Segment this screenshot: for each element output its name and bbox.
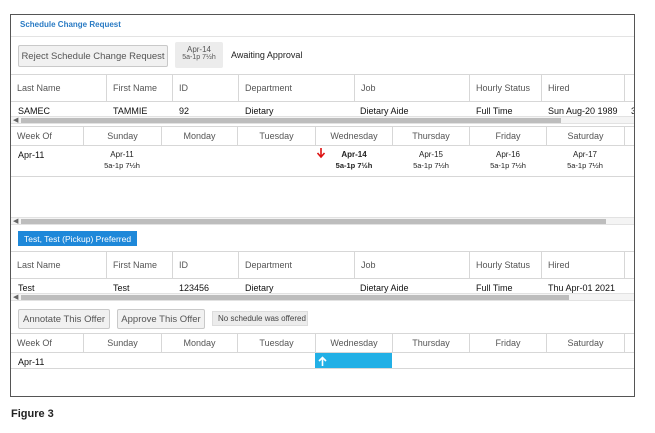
- no-schedule-notice: No schedule was offered: [212, 311, 308, 326]
- col-friday[interactable]: Friday: [469, 127, 546, 145]
- offer-row-divider: [11, 368, 634, 369]
- preferred-offer-tag[interactable]: Test, Test (Pickup) Preferred: [18, 231, 138, 246]
- cell-first-name: Test: [113, 283, 130, 293]
- col-wednesday[interactable]: Wednesday: [315, 334, 392, 352]
- employee-table-header: Last Name First Name ID Department Job H…: [11, 74, 634, 102]
- request-status: Awaiting Approval: [231, 50, 303, 60]
- cell-department: Dietary: [245, 106, 274, 116]
- shift-time: 5a-1p 7½h: [104, 161, 140, 170]
- cell-last-name: Test: [18, 283, 35, 293]
- col-first-name[interactable]: First Name: [106, 75, 172, 101]
- panel-title: Schedule Change Request: [20, 20, 121, 29]
- cell-id: 92: [179, 106, 190, 116]
- shift-time: 5a-1p 7½h: [413, 161, 449, 170]
- col-wednesday[interactable]: Wednesday: [315, 127, 392, 145]
- friday-shift[interactable]: Apr-16 5a-1p 7½h: [478, 150, 538, 170]
- col-hourly-status[interactable]: Hourly Status: [469, 252, 541, 278]
- cell-last-name: SAMEC: [18, 106, 51, 116]
- annotate-offer-button[interactable]: Annotate This Offer: [18, 309, 110, 329]
- shift-date: Apr-14: [341, 150, 367, 159]
- shift-time: 5a-1p 7½h: [335, 161, 373, 170]
- scroll-left-icon[interactable]: ◀: [13, 293, 18, 301]
- offer-horizontal-scrollbar[interactable]: ◀: [11, 293, 634, 301]
- reject-request-button[interactable]: Reject Schedule Change Request: [18, 45, 168, 67]
- offer-table-header: Last Name First Name ID Department Job H…: [11, 251, 634, 279]
- week-table-header: Week Of Sunday Monday Tuesday Wednesday …: [11, 126, 634, 146]
- offer-week-header: Week Of Sunday Monday Tuesday Wednesday …: [11, 333, 634, 353]
- thursday-shift[interactable]: Apr-15 5a-1p 7½h: [401, 150, 461, 170]
- col-last-name[interactable]: Last Name: [11, 75, 106, 101]
- col-tuesday[interactable]: Tuesday: [237, 334, 315, 352]
- col-thursday[interactable]: Thursday: [392, 334, 469, 352]
- col-job[interactable]: Job: [354, 75, 469, 101]
- shift-date: Apr-11: [110, 150, 134, 159]
- schedule-change-panel: Schedule Change Request Reject Schedule …: [10, 14, 635, 397]
- col-week-overflow: [624, 334, 634, 352]
- wednesday-shift[interactable]: Apr-14 5a-1p 7½h: [324, 150, 384, 170]
- week-of-value: Apr-11: [18, 357, 45, 367]
- col-monday[interactable]: Monday: [161, 127, 237, 145]
- cell-overflow: 3: [631, 106, 634, 116]
- scroll-left-icon[interactable]: ◀: [13, 116, 18, 124]
- shift-time: 5a-1p 7½h: [567, 161, 603, 170]
- cell-job: Dietary Aide: [360, 106, 409, 116]
- requested-shift-chip: Apr-14 5a-1p 7½h: [175, 42, 223, 68]
- col-id[interactable]: ID: [172, 75, 238, 101]
- requested-shift-date: Apr-14: [186, 45, 211, 54]
- col-last-name[interactable]: Last Name: [11, 252, 106, 278]
- arrow-up-icon: [318, 355, 327, 366]
- col-week-of[interactable]: Week Of: [11, 127, 83, 145]
- cell-department: Dietary: [245, 283, 274, 293]
- col-tuesday[interactable]: Tuesday: [237, 127, 315, 145]
- panel-header: Schedule Change Request: [11, 15, 634, 37]
- col-thursday[interactable]: Thursday: [392, 127, 469, 145]
- week-horizontal-scrollbar[interactable]: ◀: [11, 217, 634, 225]
- week-of-value: Apr-11: [18, 150, 45, 160]
- cell-hourly-status: Full Time: [476, 283, 513, 293]
- col-sunday[interactable]: Sunday: [83, 127, 161, 145]
- col-friday[interactable]: Friday: [469, 334, 546, 352]
- col-saturday[interactable]: Saturday: [546, 334, 624, 352]
- cell-hourly-status: Full Time: [476, 106, 513, 116]
- cell-hired: Sun Aug-20 1989: [548, 106, 618, 116]
- cell-first-name: TAMMIE: [113, 106, 148, 116]
- col-overflow: [624, 252, 634, 278]
- cell-hired: Thu Apr-01 2021: [548, 283, 616, 293]
- col-hourly-status[interactable]: Hourly Status: [469, 75, 541, 101]
- sunday-shift[interactable]: Apr-11 5a-1p 7½h: [92, 150, 152, 170]
- col-saturday[interactable]: Saturday: [546, 127, 624, 145]
- scroll-thumb[interactable]: [21, 295, 569, 300]
- col-department[interactable]: Department: [238, 75, 354, 101]
- col-job[interactable]: Job: [354, 252, 469, 278]
- col-monday[interactable]: Monday: [161, 334, 237, 352]
- scroll-left-icon[interactable]: ◀: [13, 217, 18, 225]
- col-hired[interactable]: Hired: [541, 75, 624, 101]
- col-week-of[interactable]: Week Of: [11, 334, 83, 352]
- col-week-overflow: [624, 127, 634, 145]
- figure-caption: Figure 3: [11, 408, 54, 420]
- requested-shift-time: 5a-1p 7½h: [182, 54, 216, 61]
- pickup-wednesday-cell[interactable]: [315, 353, 392, 368]
- col-first-name[interactable]: First Name: [106, 252, 172, 278]
- saturday-shift[interactable]: Apr-17 5a-1p 7½h: [555, 150, 615, 170]
- approve-offer-button[interactable]: Approve This Offer: [117, 309, 205, 329]
- cell-id: 123456: [179, 283, 210, 293]
- col-id[interactable]: ID: [172, 252, 238, 278]
- cell-job: Dietary Aide: [360, 283, 409, 293]
- col-department[interactable]: Department: [238, 252, 354, 278]
- col-hired[interactable]: Hired: [541, 252, 624, 278]
- shift-date: Apr-17: [572, 150, 597, 159]
- shift-date: Apr-16: [495, 150, 520, 159]
- col-overflow: [624, 75, 634, 101]
- shift-time: 5a-1p 7½h: [490, 161, 526, 170]
- col-sunday[interactable]: Sunday: [83, 334, 161, 352]
- scroll-thumb[interactable]: [21, 118, 561, 123]
- shift-date: Apr-15: [418, 150, 443, 159]
- scroll-thumb[interactable]: [21, 219, 606, 224]
- week-row-divider: [11, 176, 634, 177]
- employee-horizontal-scrollbar[interactable]: ◀: [11, 116, 634, 124]
